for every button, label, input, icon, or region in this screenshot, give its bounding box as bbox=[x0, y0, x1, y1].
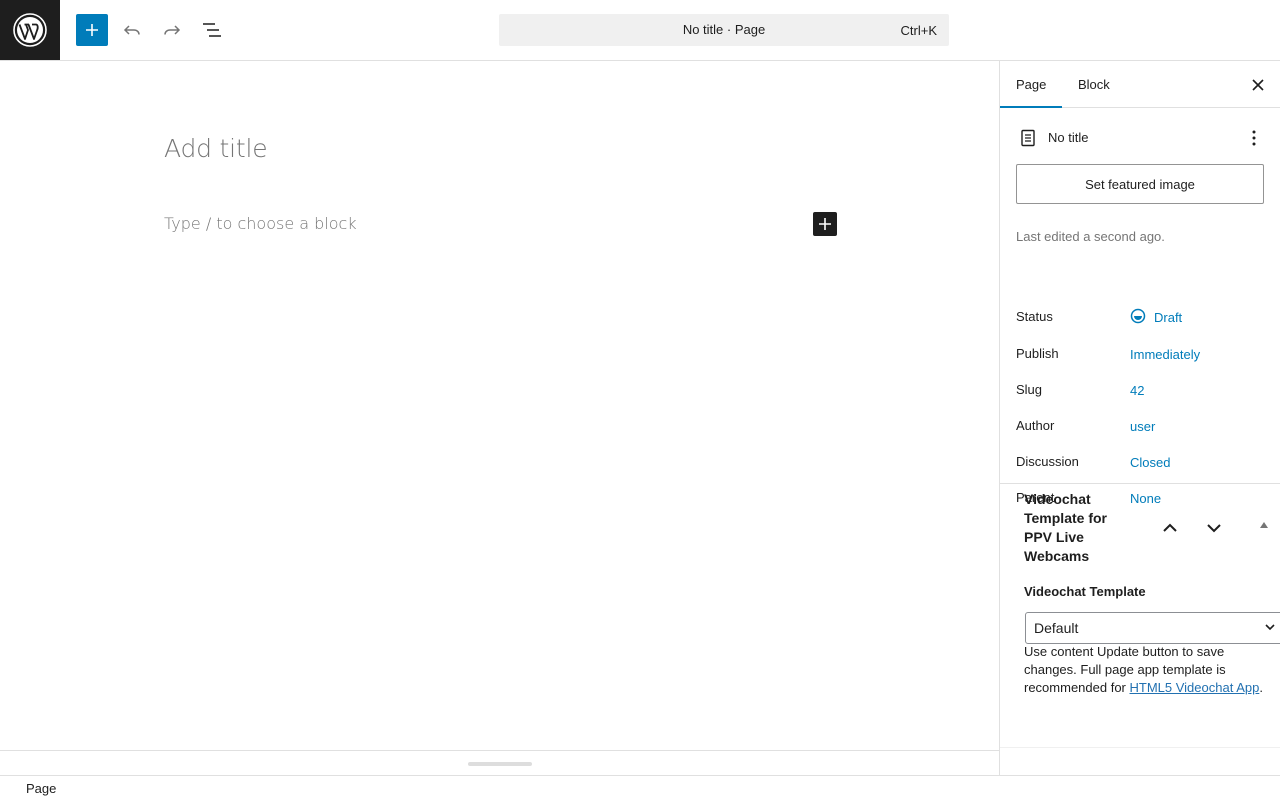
move-up-button[interactable] bbox=[1158, 516, 1182, 540]
title-input[interactable]: Add title bbox=[164, 134, 268, 163]
block-inserter-button[interactable] bbox=[76, 14, 108, 46]
document-card-title: No title bbox=[1048, 130, 1089, 145]
slug-label: Slug bbox=[1016, 382, 1043, 397]
author-value-button[interactable]: user bbox=[1130, 419, 1155, 434]
draft-status-icon bbox=[1130, 308, 1146, 324]
undo-button[interactable] bbox=[116, 14, 148, 46]
list-view-button[interactable] bbox=[196, 14, 228, 46]
tab-block[interactable]: Block bbox=[1078, 61, 1110, 108]
inline-inserter-button[interactable] bbox=[813, 212, 837, 236]
slug-value-button[interactable]: 42 bbox=[1130, 383, 1144, 398]
wordpress-logo-icon[interactable] bbox=[0, 0, 60, 60]
command-palette-button[interactable]: No title · Page Ctrl+K bbox=[499, 14, 949, 46]
chevron-down-icon bbox=[1207, 524, 1221, 533]
keyboard-shortcut: Ctrl+K bbox=[900, 23, 937, 38]
sidebar-tabs: Page Block bbox=[1000, 61, 1280, 108]
help-text-end: . bbox=[1259, 680, 1263, 695]
collapse-toggle-icon[interactable] bbox=[1260, 522, 1268, 528]
template-help-text: Use content Update button to save change… bbox=[1024, 643, 1264, 697]
metabox-resize-bar bbox=[0, 750, 999, 775]
close-sidebar-button[interactable] bbox=[1248, 75, 1268, 95]
plus-icon bbox=[86, 24, 98, 36]
meta-box-title: Videochat Template for PPV Live Webcams bbox=[1024, 491, 1107, 564]
author-row: Author user bbox=[1016, 418, 1266, 438]
editor-header: No title · Page Ctrl+K bbox=[0, 0, 1280, 61]
chevron-down-icon bbox=[1265, 624, 1275, 631]
block-placeholder[interactable]: Type / to choose a block bbox=[164, 214, 357, 233]
template-label: Videochat Template bbox=[1024, 584, 1146, 599]
page-icon bbox=[1016, 126, 1040, 150]
slug-row: Slug 42 bbox=[1016, 382, 1266, 402]
document-card: No title bbox=[1016, 126, 1266, 150]
more-vertical-icon bbox=[1252, 130, 1256, 146]
set-featured-image-button[interactable]: Set featured image bbox=[1016, 164, 1264, 204]
post-summary-panel: No title Set featured image Last edited … bbox=[1000, 108, 1280, 506]
template-select-value: Default bbox=[1034, 620, 1079, 636]
undo-icon bbox=[123, 25, 140, 35]
status-label: Status bbox=[1016, 309, 1053, 324]
more-options-button[interactable] bbox=[1242, 126, 1266, 150]
editor-canvas: Add title Type / to choose a block bbox=[0, 61, 999, 751]
document-title: No title · Page bbox=[682, 22, 766, 37]
status-row: Status Draft bbox=[1016, 308, 1266, 329]
publish-value-button[interactable]: Immediately bbox=[1130, 347, 1200, 362]
author-label: Author bbox=[1016, 418, 1055, 433]
redo-icon bbox=[164, 25, 181, 35]
last-edited-text: Last edited a second ago. bbox=[1016, 229, 1165, 244]
list-view-icon bbox=[203, 23, 221, 37]
breadcrumb-item[interactable]: Page bbox=[26, 781, 56, 796]
chevron-up-icon bbox=[1163, 523, 1177, 532]
move-down-button[interactable] bbox=[1202, 516, 1226, 540]
close-icon bbox=[1252, 79, 1264, 91]
publish-row: Publish Immediately bbox=[1016, 346, 1266, 366]
divider bbox=[1000, 747, 1280, 748]
discussion-label: Discussion bbox=[1016, 454, 1079, 469]
publish-label: Publish bbox=[1016, 346, 1059, 361]
redo-button[interactable] bbox=[156, 14, 188, 46]
html5-videochat-link[interactable]: HTML5 Videochat App bbox=[1130, 680, 1260, 695]
plus-icon bbox=[819, 218, 831, 230]
discussion-row: Discussion Closed bbox=[1016, 454, 1266, 474]
status-value-button[interactable]: Draft bbox=[1154, 310, 1182, 325]
settings-sidebar: Page Block No title Set featured image L… bbox=[999, 61, 1280, 775]
videochat-meta-box: Videochat Template for PPV Live Webcams … bbox=[1000, 490, 1280, 750]
tab-page[interactable]: Page bbox=[1000, 61, 1062, 108]
resize-handle[interactable] bbox=[468, 762, 532, 766]
discussion-value-button[interactable]: Closed bbox=[1130, 455, 1170, 470]
template-select[interactable]: Default bbox=[1025, 612, 1280, 644]
block-breadcrumb-bar: Page bbox=[0, 775, 1280, 800]
